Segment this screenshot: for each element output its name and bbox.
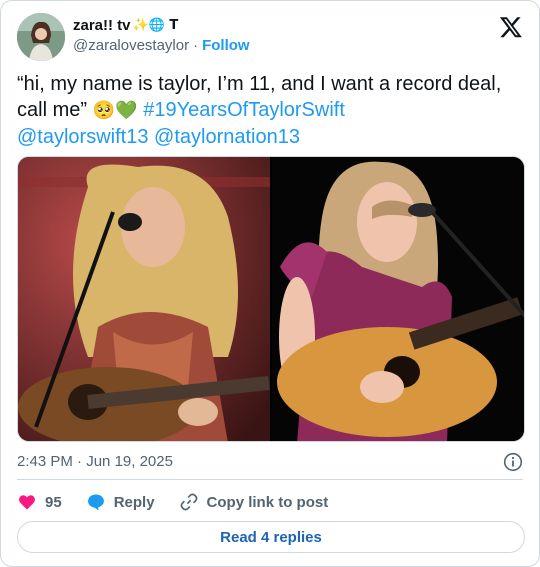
info-icon[interactable] [503,452,523,472]
mention-link-taylornation13[interactable]: @taylornation13 [154,126,300,148]
copy-link-button[interactable]: Copy link to post [179,492,329,512]
copy-link-label: Copy link to post [206,493,329,511]
mention-link-taylorswift13[interactable]: @taylorswift13 [17,126,148,148]
handle-separator: · [193,37,199,54]
photo-left[interactable] [18,157,270,441]
reply-button[interactable]: Reply [86,492,155,512]
name-emoji: ✨🌐 T [132,18,179,33]
reply-label: Reply [113,493,155,511]
photo-right[interactable] [272,157,524,441]
heart-icon [19,495,35,510]
timestamp-row: 2:43 PM · Jun 19, 2025 [17,452,525,472]
user-info: zara!! tv ✨🌐 T @zaralovestaylor · Follow [73,16,250,56]
post-date[interactable]: Jun 19, 2025 [86,453,173,470]
young-singer-photo [18,157,270,441]
tweet-card: zara!! tv ✨🌐 T @zaralovestaylor · Follow… [0,0,540,567]
post-time[interactable]: 2:43 PM [17,453,73,470]
avatar-image [17,13,65,61]
avatar[interactable] [17,13,65,61]
x-logo-icon[interactable] [499,15,523,39]
read-replies-label: Read 4 replies [220,528,322,546]
tweet-text: “hi, my name is taylor, I’m 11, and I wa… [17,71,517,150]
read-replies-button[interactable]: Read 4 replies [17,521,525,553]
handle-row: @zaralovestaylor · Follow [73,36,250,56]
media-grid [17,156,525,442]
tweet-emoji: 🥺💚 [87,100,144,121]
divider [17,479,523,480]
adult-singer-photo [272,157,524,441]
action-bar: 95 Reply Copy link to post [17,490,352,514]
tweet-header: zara!! tv ✨🌐 T @zaralovestaylor · Follow [17,13,523,61]
hashtag-link[interactable]: #19YearsOfTaylorSwift [143,99,345,121]
follow-button[interactable]: Follow [202,36,250,56]
user-handle[interactable]: @zaralovestaylor [73,36,189,56]
reply-bubble-icon [87,494,104,511]
display-name[interactable]: zara!! tv [73,16,131,36]
display-name-row[interactable]: zara!! tv ✨🌐 T [73,16,250,36]
link-icon [180,493,197,511]
timestamp-separator: · [77,453,83,470]
like-count: 95 [45,493,62,511]
like-button[interactable]: 95 [17,492,62,512]
